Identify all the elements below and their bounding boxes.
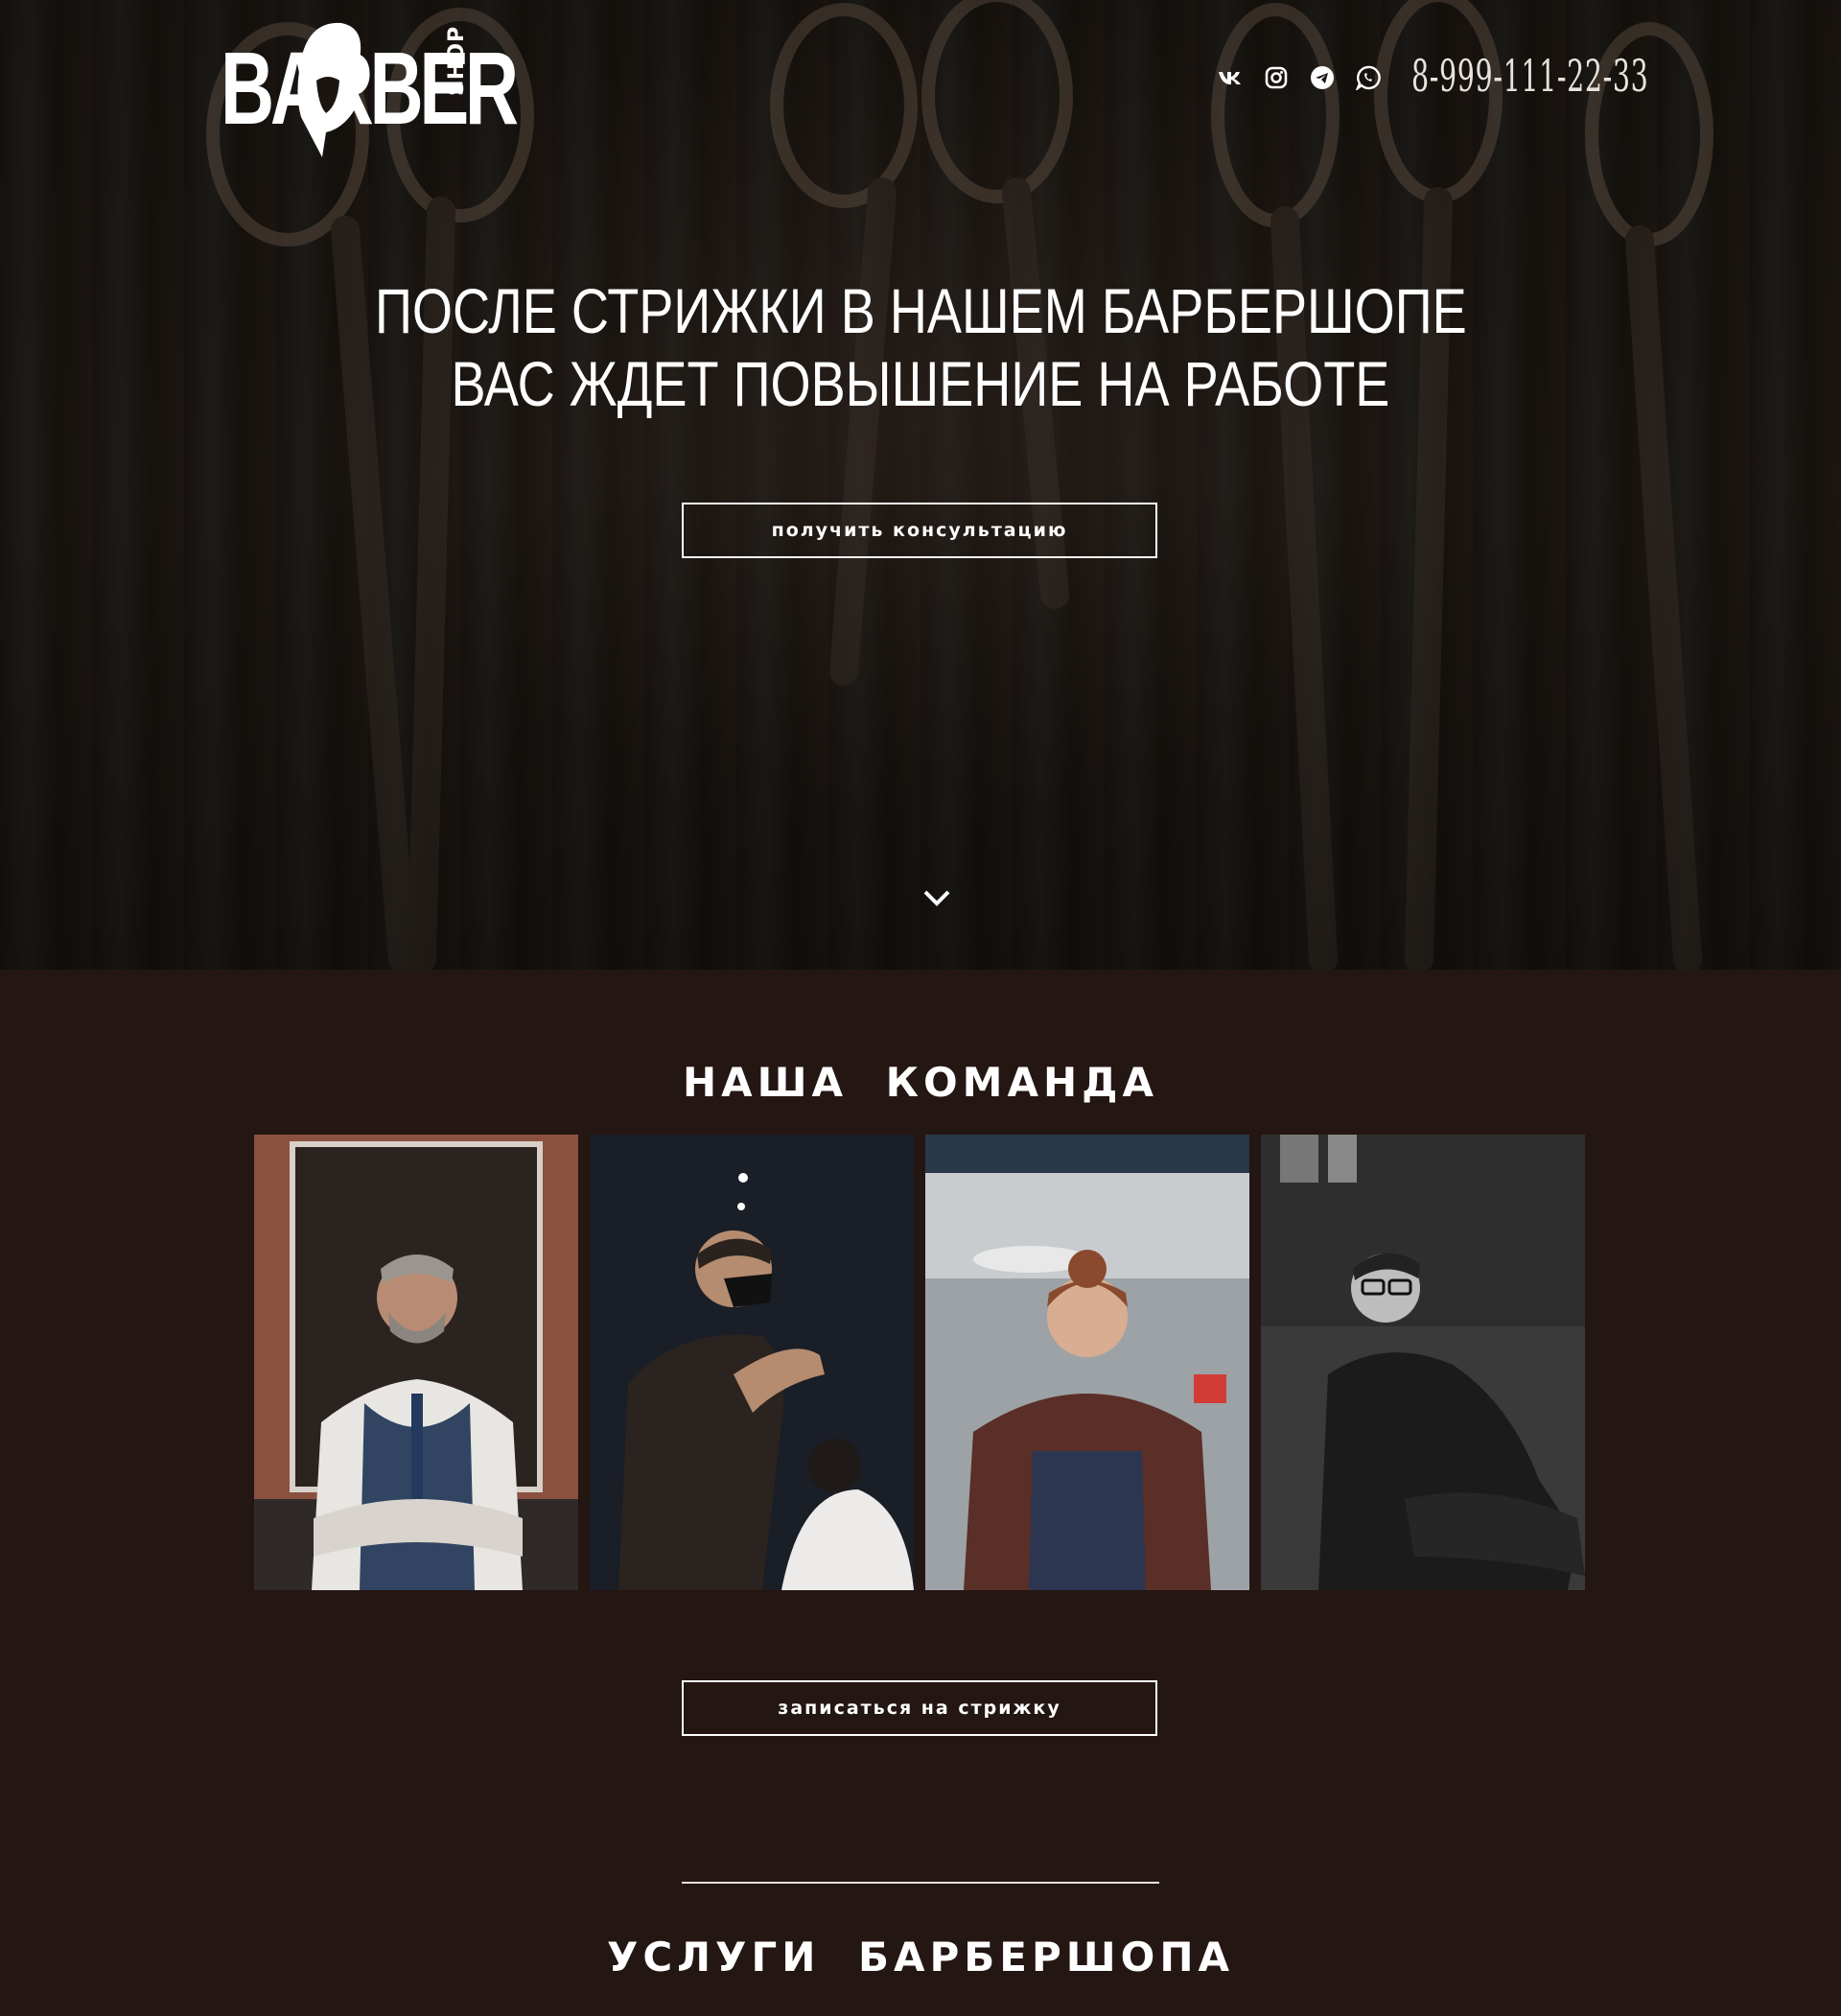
hero-title-line-2: ВАС ЖДЕТ ПОВЫШЕНИЕ НА РАБОТЕ xyxy=(451,348,1390,419)
get-consultation-button[interactable]: получить консультацию xyxy=(682,503,1157,558)
services-title: УСЛУГИ БАРБЕРШОПА xyxy=(606,1934,1235,1981)
social-links xyxy=(1218,65,1381,90)
chevron-down-icon[interactable] xyxy=(921,886,952,909)
barber-photo-3[interactable] xyxy=(925,1135,1249,1590)
vk-icon[interactable] xyxy=(1218,65,1243,90)
team-title: НАША КОМАНДА xyxy=(682,1059,1159,1106)
barbershop-logo[interactable]: BARBER SHOP xyxy=(221,13,519,157)
barber-photo-1[interactable] xyxy=(254,1135,578,1590)
instagram-icon[interactable] xyxy=(1264,65,1289,90)
team-photos xyxy=(254,1135,1585,1590)
hero-title-line-1: ПОСЛЕ СТРИЖКИ В НАШЕМ БАРБЕРШОПЕ xyxy=(374,275,1467,346)
section-divider xyxy=(682,1882,1159,1884)
telegram-icon[interactable] xyxy=(1310,65,1335,90)
barber-photo-2[interactable] xyxy=(590,1135,914,1590)
hero-title: ПОСЛЕ СТРИЖКИ В НАШЕМ БАРБЕРШОПЕ ВАС ЖДЕ… xyxy=(0,274,1841,420)
barber-photo-4[interactable] xyxy=(1261,1135,1585,1590)
hero-section: BARBER SHOP 8-999-111-22-33 ПОСЛЕ СТРИЖК… xyxy=(0,0,1841,970)
whatsapp-icon[interactable] xyxy=(1356,65,1381,90)
logo-sub: SHOP xyxy=(445,25,469,96)
phone-number[interactable]: 8-999-111-22-33 xyxy=(1411,50,1648,102)
barber-head-logo-icon xyxy=(297,22,366,157)
book-haircut-button[interactable]: записаться на стрижку xyxy=(682,1680,1157,1736)
